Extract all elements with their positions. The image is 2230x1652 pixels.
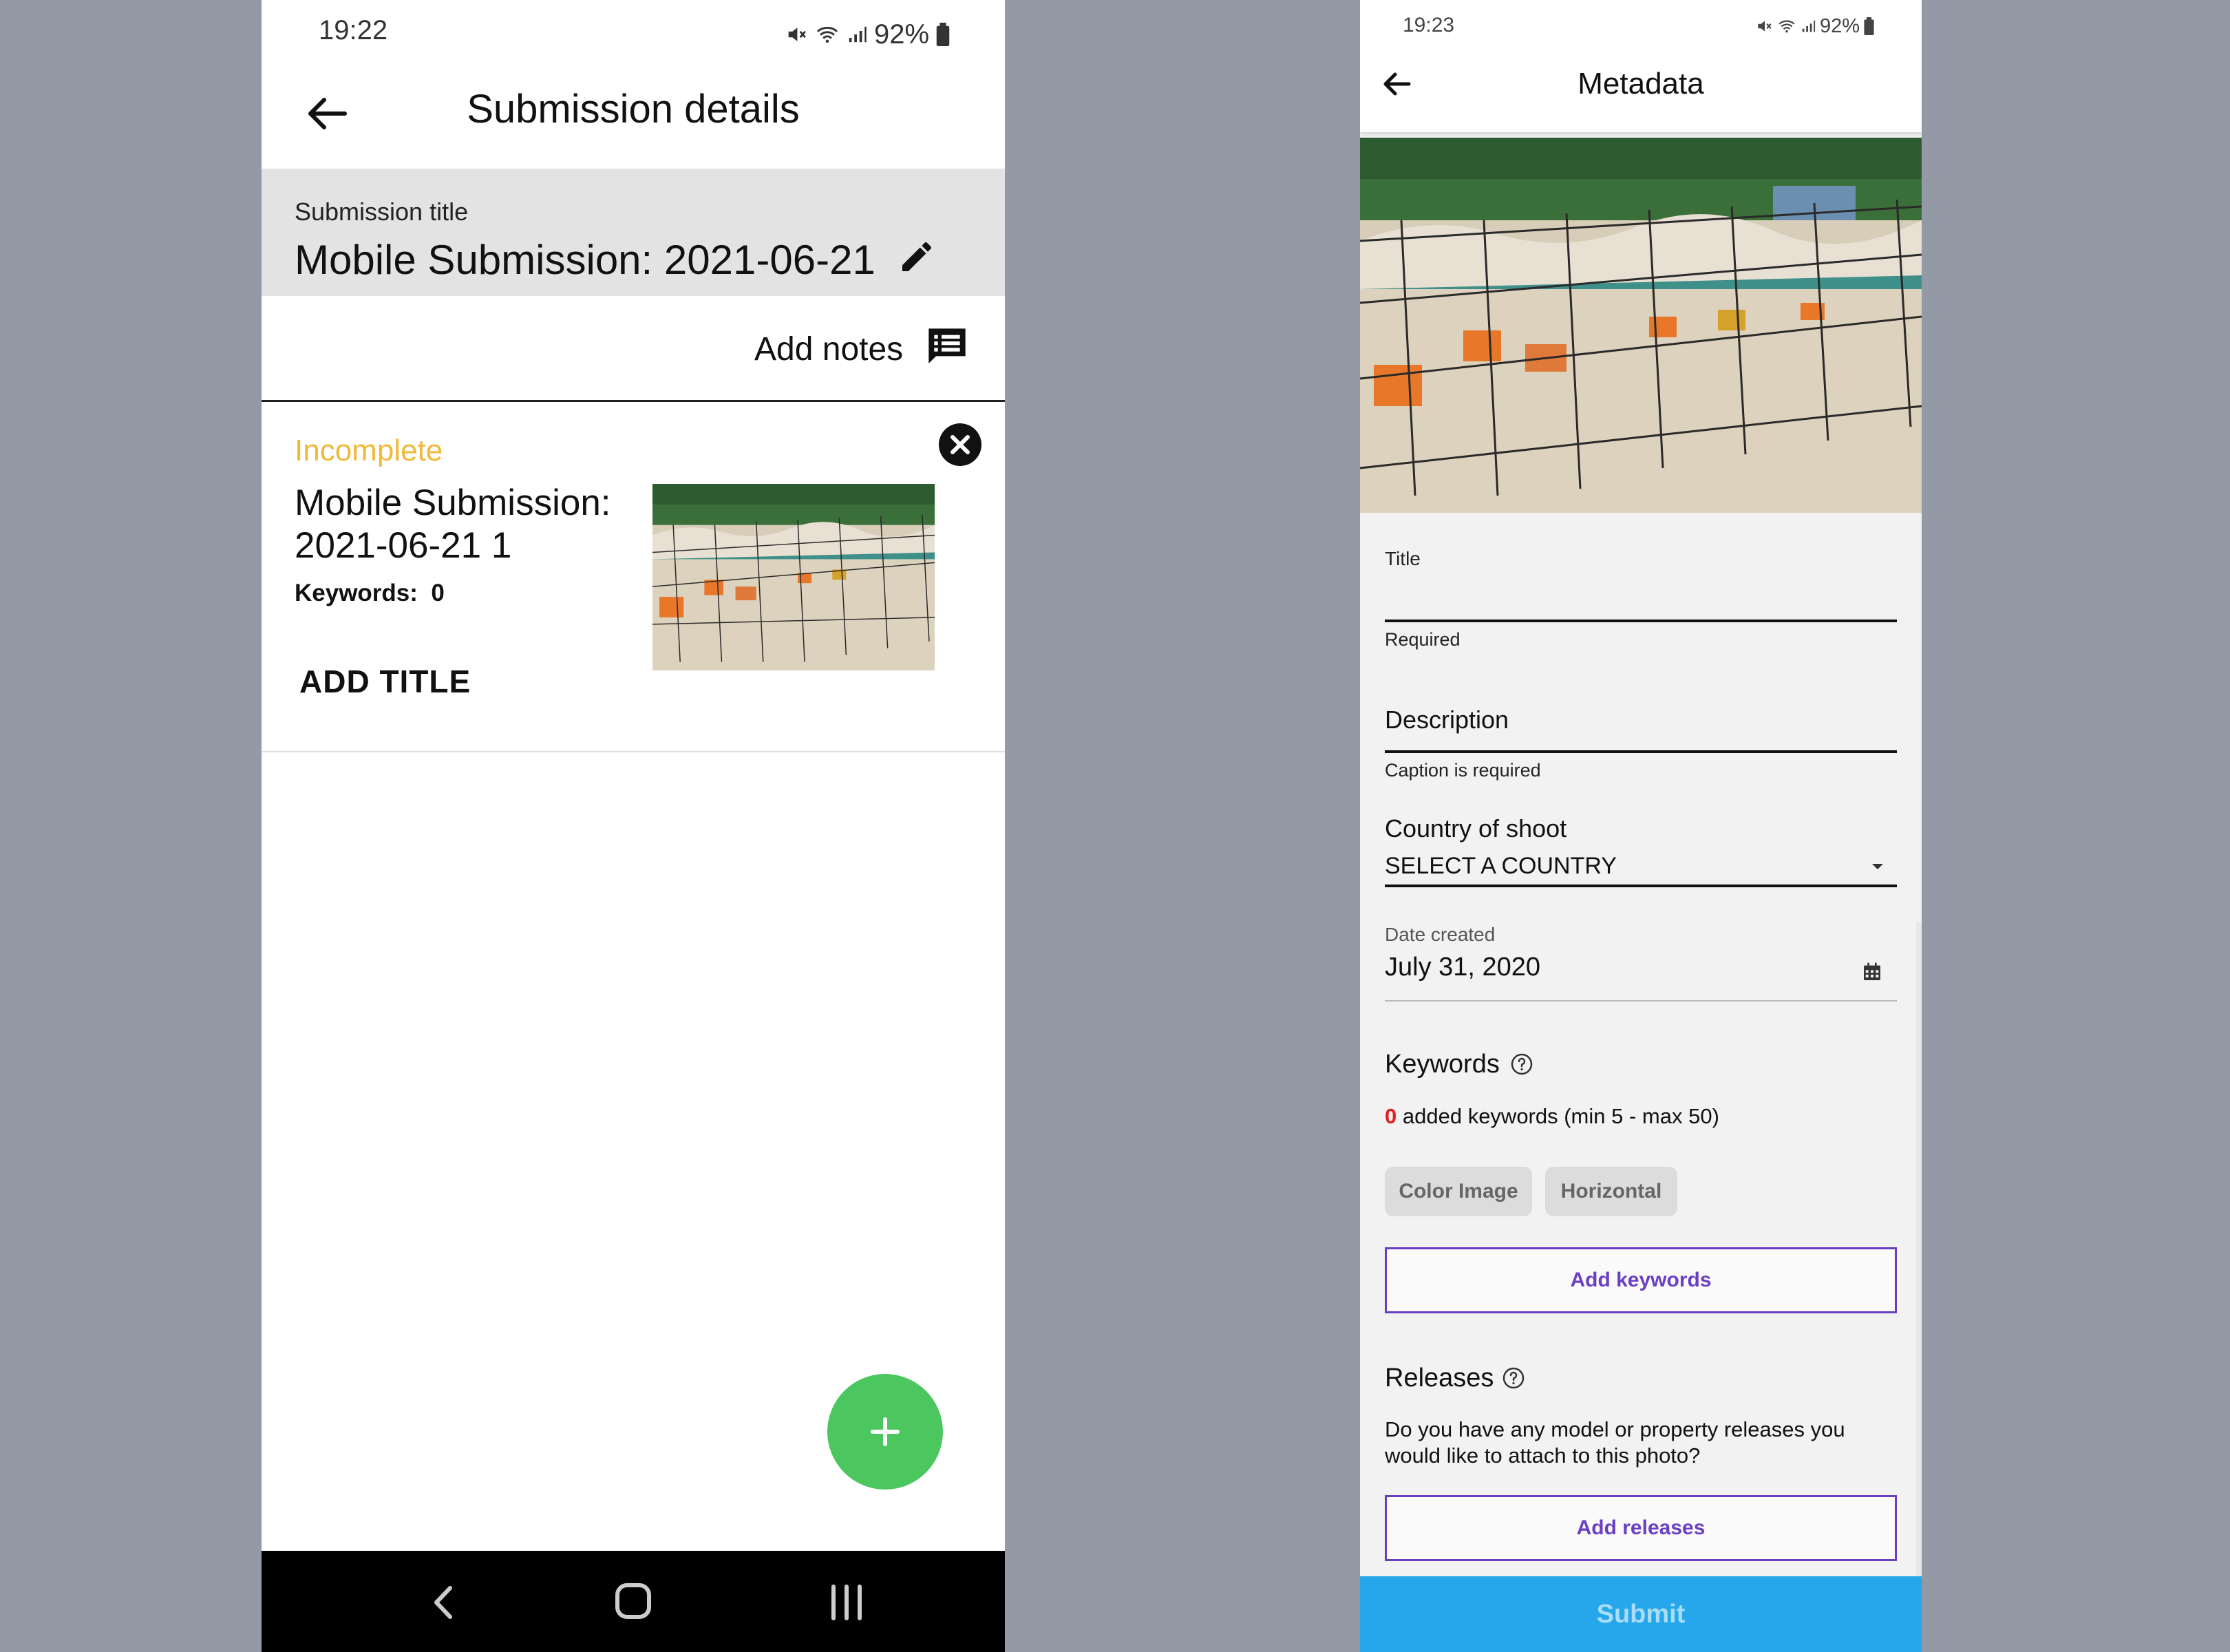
releases-help-button[interactable]: [1502, 1367, 1525, 1389]
description-input-underline: [1385, 750, 1897, 753]
edit-title-button[interactable]: [898, 237, 936, 276]
add-notes-button[interactable]: [924, 325, 970, 369]
keywords-count: 0: [431, 580, 445, 606]
submission-title-value: Mobile Submission: 2021-06-21: [295, 237, 875, 283]
keywords-label: Keywords:: [295, 580, 418, 606]
help-circle-icon: [1511, 1053, 1533, 1075]
submission-title-label: Submission title: [295, 198, 469, 226]
battery-icon: [936, 23, 950, 46]
mute-icon: [1758, 21, 1772, 32]
date-field-label: Date created: [1385, 924, 1496, 945]
scrollbar[interactable]: [1916, 922, 1922, 1576]
keywords-count-suffix: added keywords (min 5 - max 50): [1402, 1104, 1719, 1128]
add-item-fab[interactable]: [827, 1374, 943, 1490]
wifi-icon: [816, 26, 838, 43]
keywords-count: 0: [1385, 1104, 1397, 1128]
submission-details-screen: 19:22 92% Submission details Submission …: [262, 0, 1005, 1652]
photo-thumbnail[interactable]: [652, 484, 935, 670]
country-select[interactable]: SELECT A COUNTRY: [1385, 850, 1897, 885]
battery-icon: [1864, 17, 1874, 35]
wifi-icon: [1778, 20, 1795, 33]
status-badge: Incomplete: [295, 434, 443, 467]
country-select-value: SELECT A COUNTRY: [1385, 853, 1617, 879]
nav-back-button[interactable]: [420, 1578, 468, 1627]
dropdown-arrow-icon: [1872, 864, 1883, 869]
help-circle-icon: [1502, 1367, 1525, 1389]
add-notes-label: Add notes: [754, 331, 904, 368]
page-title: Metadata: [1578, 67, 1704, 100]
close-circle-icon: [939, 423, 981, 466]
submit-button[interactable]: Submit: [1360, 1576, 1922, 1652]
title-input[interactable]: [1385, 571, 1897, 620]
title-input-underline: [1385, 620, 1897, 622]
signal-icon: [849, 26, 867, 43]
recents-nav-icon: [831, 1585, 862, 1620]
date-value: July 31, 2020: [1385, 953, 1541, 982]
status-icons: 92%: [1755, 12, 1913, 40]
keywords-section-title: Keywords: [1385, 1050, 1500, 1079]
beach-photo-image: [652, 484, 935, 670]
add-releases-button[interactable]: Add releases: [1385, 1495, 1897, 1561]
photo-preview: [1360, 138, 1922, 513]
keywords-help-button[interactable]: [1511, 1053, 1533, 1075]
page-title: Submission details: [467, 87, 800, 131]
date-underline: [1385, 1000, 1897, 1002]
title-field-label: Title: [1385, 548, 1421, 569]
keyword-chip-horizontal[interactable]: Horizontal: [1545, 1167, 1677, 1216]
plus-icon: [871, 1417, 900, 1446]
keywords-count-line: Keywords: 0: [295, 580, 445, 607]
keyword-chip-color-image[interactable]: Color Image: [1385, 1167, 1532, 1216]
description-helper-text: Caption is required: [1385, 760, 1541, 781]
add-keywords-button[interactable]: Add keywords: [1385, 1247, 1897, 1313]
pencil-icon: [902, 242, 932, 271]
description-input[interactable]: Description: [1385, 706, 1509, 734]
nav-recents-button[interactable]: [822, 1578, 871, 1627]
add-title-button[interactable]: ADD TITLE: [299, 663, 471, 700]
releases-section-title: Releases: [1385, 1364, 1494, 1392]
country-field-label: Country of shoot: [1385, 814, 1567, 843]
battery-percent: 92%: [874, 19, 930, 50]
title-helper-text: Required: [1385, 629, 1461, 650]
mute-icon: [788, 28, 806, 41]
date-picker-field[interactable]: July 31, 2020: [1385, 950, 1897, 991]
notes-icon: [928, 328, 966, 363]
country-underline: [1385, 885, 1897, 887]
status-time: 19:22: [319, 15, 388, 45]
item-title: Mobile Submission: 2021-06-21 1: [295, 483, 611, 566]
nav-home-button[interactable]: [609, 1577, 657, 1625]
beach-photo-image: [1360, 138, 1922, 513]
metadata-screen: 19:23 92% Metadata Title Required Descri…: [1360, 0, 1922, 1652]
battery-percent: 92%: [1820, 14, 1860, 37]
status-time: 19:23: [1403, 14, 1455, 36]
back-nav-icon: [434, 1586, 452, 1619]
status-icons: 92%: [785, 15, 991, 54]
signal-icon: [1802, 20, 1816, 32]
calendar-icon: [1864, 962, 1880, 980]
system-nav-bar: [262, 1551, 1005, 1652]
remove-item-button[interactable]: [938, 423, 982, 467]
keywords-count-text: 0 added keywords (min 5 - max 50): [1385, 1103, 1719, 1130]
home-nav-icon: [615, 1583, 651, 1619]
releases-question: Do you have any model or property releas…: [1385, 1417, 1845, 1468]
